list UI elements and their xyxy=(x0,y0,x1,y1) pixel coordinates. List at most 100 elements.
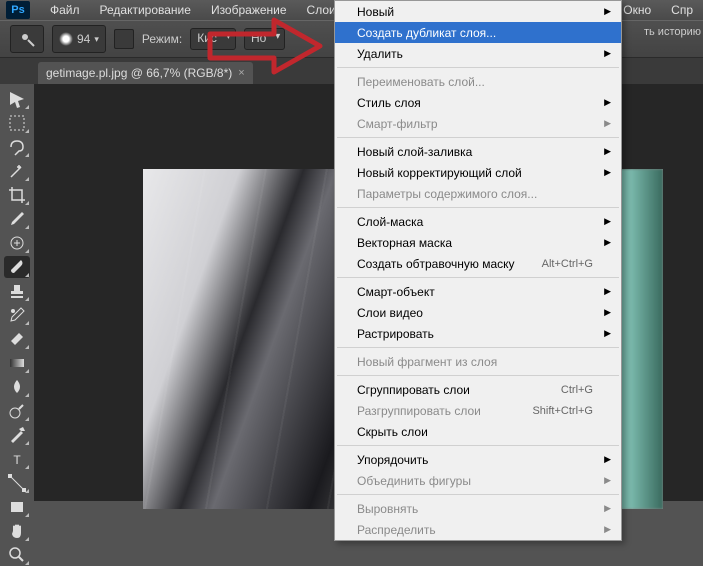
svg-text:T: T xyxy=(13,453,21,467)
menu-item-объединить-фигуры: Объединить фигуры ▶ xyxy=(335,470,621,491)
menu-item-создать-обтравочную-маску[interactable]: Создать обтравочную маску Alt+Ctrl+G xyxy=(335,253,621,274)
menu-item-label: Новый слой-заливка xyxy=(357,145,472,159)
menu-item-стиль-слоя[interactable]: Стиль слоя ▶ xyxy=(335,92,621,113)
tool-preset-picker[interactable] xyxy=(10,25,44,53)
menu-separator xyxy=(337,67,619,68)
tool-stamp[interactable] xyxy=(4,280,30,302)
tool-blur[interactable] xyxy=(4,376,30,398)
menu-item-label: Новый xyxy=(357,5,394,19)
menu-edit[interactable]: Редактирование xyxy=(90,1,201,19)
tool-pen[interactable] xyxy=(4,424,30,446)
brush-panel-toggle[interactable] xyxy=(114,29,134,49)
menu-item-label: Новый корректирующий слой xyxy=(357,166,522,180)
layers-context-menu: Новый ▶ Создать дубликат слоя... Удалить ▶ Пе… xyxy=(334,0,622,541)
menu-item-создать-дубликат-слоя-[interactable]: Создать дубликат слоя... xyxy=(335,22,621,43)
menu-item-упорядочить[interactable]: Упорядочить ▶ xyxy=(335,449,621,470)
submenu-arrow-icon: ▶ xyxy=(604,524,611,535)
menu-item-label: Сгруппировать слои xyxy=(357,383,470,397)
menu-help[interactable]: Спр xyxy=(661,1,703,19)
menu-item-label: Слой-маска xyxy=(357,215,423,229)
menu-item-слой-маска[interactable]: Слой-маска▶ xyxy=(335,211,621,232)
menu-item-слои-видео[interactable]: Слои видео ▶ xyxy=(335,302,621,323)
menu-item-новый-корректирующий-слой[interactable]: Новый корректирующий слой▶ xyxy=(335,162,621,183)
menu-separator xyxy=(337,445,619,446)
tool-crop[interactable] xyxy=(4,184,30,206)
tool-marquee[interactable] xyxy=(4,112,30,134)
tool-zoom[interactable] xyxy=(4,544,30,566)
tool-heal[interactable] xyxy=(4,232,30,254)
tool-path[interactable] xyxy=(4,472,30,494)
tool-type[interactable]: T xyxy=(4,448,30,470)
brush-picker[interactable]: 94 ▾ xyxy=(52,25,106,53)
tool-history[interactable] xyxy=(4,304,30,326)
tool-eraser[interactable] xyxy=(4,328,30,350)
menu-separator xyxy=(337,494,619,495)
tool-hand[interactable] xyxy=(4,520,30,542)
menu-item-label: Разгруппировать слои xyxy=(357,404,481,418)
menu-separator xyxy=(337,137,619,138)
menu-item-label: Смарт-фильтр xyxy=(357,117,438,131)
menu-item-смарт-фильтр: Смарт-фильтр▶ xyxy=(335,113,621,134)
tool-eyedropper[interactable] xyxy=(4,208,30,230)
menu-item-выровнять: Выровнять ▶ xyxy=(335,498,621,519)
document-title: getimage.pl.jpg @ 66,7% (RGB/8*) xyxy=(46,66,232,80)
document-tab[interactable]: getimage.pl.jpg @ 66,7% (RGB/8*) × xyxy=(38,62,253,84)
submenu-arrow-icon: ▶ xyxy=(604,48,611,59)
menu-item-label: Переименовать слой... xyxy=(357,75,485,89)
menu-item-удалить[interactable]: Удалить ▶ xyxy=(335,43,621,64)
close-icon[interactable]: × xyxy=(238,67,244,79)
tool-move[interactable] xyxy=(4,88,30,110)
menu-item-label: Скрыть слои xyxy=(357,425,428,439)
tool-dodge[interactable] xyxy=(4,400,30,422)
menu-item-label: Слои видео xyxy=(357,306,423,320)
tool-lasso[interactable] xyxy=(4,136,30,158)
submenu-arrow-icon: ▶ xyxy=(604,97,611,108)
menu-item-label: Создать обтравочную маску xyxy=(357,257,515,271)
mode-label: Режим: xyxy=(142,32,182,46)
tool-brush[interactable] xyxy=(4,256,30,278)
menu-item-переименовать-слой-: Переименовать слой... xyxy=(335,71,621,92)
tool-rect[interactable] xyxy=(4,496,30,518)
opacity-dropdown[interactable]: Но xyxy=(244,28,285,50)
menu-shortcut: Alt+Ctrl+G xyxy=(542,258,593,270)
history-label: ть историю xyxy=(644,26,701,38)
menu-item-параметры-содержимого-слоя-: Параметры содержимого слоя... xyxy=(335,183,621,204)
tool-wand[interactable] xyxy=(4,160,30,182)
submenu-arrow-icon: ▶ xyxy=(604,454,611,465)
menu-item-label: Выровнять xyxy=(357,502,418,516)
submenu-arrow-icon: ▶ xyxy=(604,307,611,318)
menu-shortcut: Ctrl+G xyxy=(561,384,593,396)
menu-item-label: Смарт-объект xyxy=(357,285,435,299)
app-logo: Ps xyxy=(6,1,30,19)
menu-item-разгруппировать-слои: Разгруппировать слои Shift+Ctrl+G xyxy=(335,400,621,421)
menu-separator xyxy=(337,277,619,278)
menu-file[interactable]: Файл xyxy=(40,1,90,19)
submenu-arrow-icon: ▶ xyxy=(604,146,611,157)
menu-item-скрыть-слои[interactable]: Скрыть слои xyxy=(335,421,621,442)
submenu-arrow-icon: ▶ xyxy=(604,237,611,248)
submenu-arrow-icon: ▶ xyxy=(604,503,611,514)
menu-separator xyxy=(337,207,619,208)
menu-item-label: Параметры содержимого слоя... xyxy=(357,187,537,201)
menu-item-смарт-объект[interactable]: Смарт-объект▶ xyxy=(335,281,621,302)
menu-item-label: Объединить фигуры xyxy=(357,474,471,488)
toolbox: T xyxy=(0,84,34,566)
submenu-arrow-icon: ▶ xyxy=(604,475,611,486)
menu-item-label: Векторная маска xyxy=(357,236,452,250)
submenu-arrow-icon: ▶ xyxy=(604,6,611,17)
menu-item-векторная-маска[interactable]: Векторная маска ▶ xyxy=(335,232,621,253)
tool-gradient[interactable] xyxy=(4,352,30,374)
menu-item-новый[interactable]: Новый ▶ xyxy=(335,1,621,22)
menu-item-сгруппировать-слои[interactable]: Сгруппировать слои Ctrl+G xyxy=(335,379,621,400)
menu-item-новый-слой-заливка[interactable]: Новый слой-заливка ▶ xyxy=(335,141,621,162)
menu-item-label: Упорядочить xyxy=(357,453,428,467)
menu-separator xyxy=(337,375,619,376)
menu-item-label: Стиль слоя xyxy=(357,96,421,110)
blend-mode-dropdown[interactable]: Кис xyxy=(190,28,236,50)
menu-item-label: Удалить xyxy=(357,47,403,61)
menu-shortcut: Shift+Ctrl+G xyxy=(532,405,593,417)
menu-item-растрировать[interactable]: Растрировать▶ xyxy=(335,323,621,344)
menu-item-label: Растрировать xyxy=(357,327,434,341)
menu-image[interactable]: Изображение xyxy=(201,1,297,19)
menu-item-label: Распределить xyxy=(357,523,436,537)
